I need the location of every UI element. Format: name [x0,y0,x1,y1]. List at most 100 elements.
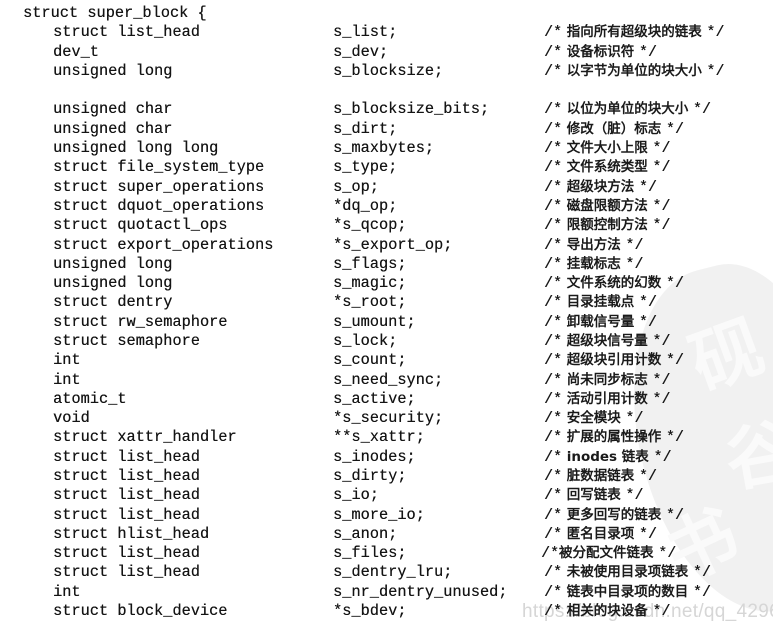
member-type: struct list_head [53,544,200,563]
comment-text: 文件大小上限 [566,140,648,156]
member-type: struct list_head [53,23,200,42]
comment-open-mark: /* [544,390,563,408]
struct-member-row: struct rw_semaphore s_umount; /* 卸载信号量 */ [0,313,773,332]
member-comment: /* 卸载信号量 */ [544,313,657,332]
comment-close-mark: */ [625,410,644,428]
comment-open-mark: /* [544,62,563,80]
member-comment: /* 以位为单位的块大小 */ [544,100,711,119]
member-comment: /* 超级块引用计数 */ [544,351,684,370]
comment-close-mark: */ [625,255,644,273]
member-type: int [53,582,81,601]
comment-text: 链表中目录项的数目 [566,583,689,600]
member-comment: /* 修改（脏）标志 */ [544,120,684,139]
comment-text: 以位为单位的块大小 [566,101,689,118]
member-name: s_dentry_lru; [333,563,453,582]
member-type: struct semaphore [53,331,200,350]
member-comment: /* 脏数据链表 */ [544,467,657,486]
member-type: struct rw_semaphore [53,312,228,331]
comment-close-mark: */ [665,506,684,524]
comment-close-mark: */ [652,159,671,177]
comment-open-mark: /* [544,159,563,177]
struct-member-row: struct semaphore s_lock; /* 超级块信号量 */ [0,332,773,351]
comment-close-mark: */ [706,62,725,80]
comment-close-mark: */ [665,120,684,138]
comment-close-mark: */ [652,332,671,350]
comment-open-mark: /* [544,101,563,119]
member-comment: /* 挂载标志 */ [544,255,643,274]
member-type: struct block_device [53,602,228,620]
member-name: s_dirt; [333,119,398,138]
member-name: s_nr_dentry_unused; [333,582,508,601]
comment-open-mark: /* [544,236,563,254]
struct-member-row: struct xattr_handler **s_xattr; /* 扩展的属性操作… [0,428,773,447]
comment-open-mark: /* [544,603,563,620]
member-type: unsigned long [53,61,173,80]
comment-close-mark: */ [652,371,671,389]
struct-member-row: struct dquot_operations *dq_op; /* 磁盘限额方法 … [0,197,773,216]
struct-member-row: int s_count; /* 超级块引用计数 */ [0,351,773,370]
member-type: unsigned char [53,100,173,119]
struct-member-row: dev_t s_dev; /* 设备标识符 */ [0,43,773,62]
comment-text: 挂载标志 [566,255,621,272]
comment-close-mark: */ [658,545,677,563]
comment-text: 尚未同步标志 [566,371,648,388]
struct-member-row: struct list_head s_dirty; /* 脏数据链表 */ [0,467,773,486]
comment-close-mark: */ [625,487,644,505]
member-name: *s_security; [333,409,444,428]
comment-open-mark: /* [544,313,563,331]
comment-close-mark: */ [625,236,644,254]
struct-member-row: struct list_head s_io; /* 回写链表 */ [0,486,773,505]
comment-close-mark: */ [638,178,657,196]
member-comment: /* 文件系统的幻数 */ [544,274,684,293]
comment-text: 文件系统的幻数 [566,275,662,292]
member-type: struct xattr_handler [53,428,237,447]
comment-text: 更多回写的链表 [566,506,662,523]
comment-open-mark: /* [544,217,563,235]
comment-text: 修改（脏）标志 [566,120,662,137]
comment-open-mark: /* [544,24,563,42]
member-type: struct list_head [53,563,200,582]
struct-member-row: struct list_head s_dentry_lru; /* 未被使用目录项链… [0,563,773,582]
member-comment: /* 目录挂载点 */ [544,293,657,312]
member-comment: /* 导出方法 */ [544,236,643,255]
comment-open-mark: /* [544,43,563,61]
member-name: *dq_op; [333,196,398,215]
member-name: s_files; [333,544,407,563]
member-name: *s_root; [333,293,407,312]
member-comment: /* 尚未同步标志 */ [544,371,670,390]
struct-member-row: unsigned long s_blocksize; /* 以字节为单位的块大小 *… [0,62,773,81]
member-comment: /* 安全模块 */ [544,409,643,428]
comment-open-mark: /* [544,352,563,370]
member-name: s_dev; [333,42,389,61]
comment-open-mark: /* [544,332,563,350]
comment-open-mark: /* [544,448,563,466]
comment-close-mark: */ [652,217,671,235]
comment-close-mark: */ [706,24,725,42]
comment-text: 指向所有超级块的链表 [566,24,702,41]
member-type: dev_t [53,42,99,61]
comment-text: 安全模块 [566,410,621,427]
member-name: s_blocksize; [333,61,444,80]
comment-close-mark: */ [638,313,657,331]
member-name: s_magic; [333,274,407,293]
comment-text: 超级块方法 [566,178,635,195]
member-type: atomic_t [53,389,127,408]
member-comment: /* 文件大小上限 */ [544,139,670,158]
struct-member-row: struct list_head s_files; /*被分配文件链表 */ [0,544,773,563]
comment-close-mark: */ [665,275,684,293]
struct-member-row: struct list_head s_inodes; /* inodes 链表 */ [0,448,773,467]
comment-open-mark: /* [544,275,563,293]
member-comment: /* 设备标识符 */ [544,43,657,62]
member-type: struct super_operations [53,177,265,196]
comment-open-mark: /* [544,583,563,601]
struct-member-row: struct export_operations *s_export_op; /* … [0,236,773,255]
member-name: *s_export_op; [333,235,453,254]
member-type: unsigned long long [53,139,219,157]
comment-open-mark: /* [544,487,563,505]
comment-close-mark: */ [652,197,671,215]
member-name: *s_bdev; [333,602,407,620]
comment-open-mark: /* [544,294,563,312]
comment-open-mark: /* [544,371,563,389]
member-name: *s_qcop; [333,216,407,235]
struct-member-row: unsigned char s_dirt; /* 修改（脏）标志 */ [0,120,773,139]
